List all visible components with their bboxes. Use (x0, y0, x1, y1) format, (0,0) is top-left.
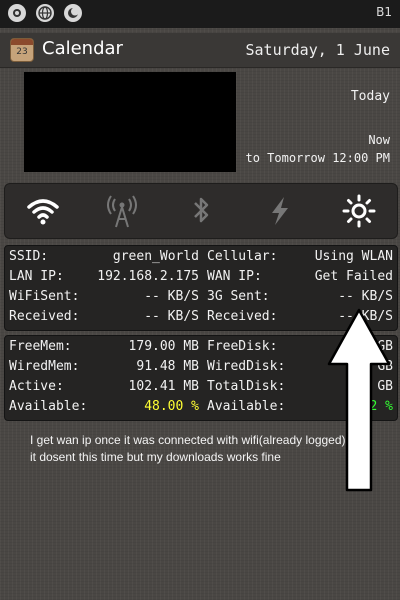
app-title: Calendar (42, 38, 123, 59)
today-label: Today (350, 89, 390, 104)
moon-icon[interactable] (64, 4, 82, 22)
toggle-bar (4, 183, 398, 239)
calendar-widget: Today Now to Tomorrow 12:00 PM (0, 67, 400, 177)
calendar-icon[interactable]: 23 (10, 38, 34, 62)
settings-toggle-icon[interactable] (8, 4, 26, 22)
available-mem-percent: 48.00 % (144, 399, 199, 414)
status-text: B1 (376, 5, 392, 19)
brightness-icon[interactable] (339, 193, 379, 229)
network-row: WiFiSent: -- KB/S 3G Sent: -- KB/S (9, 289, 393, 304)
cellular-tower-icon[interactable] (102, 193, 142, 229)
calendar-header: 23 Calendar Saturday, 1 June (0, 33, 400, 68)
network-row: SSID: green_World Cellular: Using WLAN (9, 249, 393, 264)
annotation-arrow (327, 308, 391, 492)
now-label: Now (368, 133, 390, 147)
wifi-icon[interactable] (23, 193, 63, 229)
event-until-label: to Tomorrow 12:00 PM (245, 151, 391, 165)
status-bar: B1 (0, 0, 400, 28)
bluetooth-icon[interactable] (181, 193, 221, 229)
globe-icon[interactable] (36, 4, 54, 22)
lightning-icon[interactable] (260, 193, 300, 229)
annotation-note: I get wan ip once it was connected with … (30, 433, 369, 464)
network-row: LAN IP: 192.168.2.175 WAN IP: Get Failed (9, 269, 393, 284)
header-date: Saturday, 1 June (245, 41, 391, 59)
redacted-region (24, 72, 236, 172)
